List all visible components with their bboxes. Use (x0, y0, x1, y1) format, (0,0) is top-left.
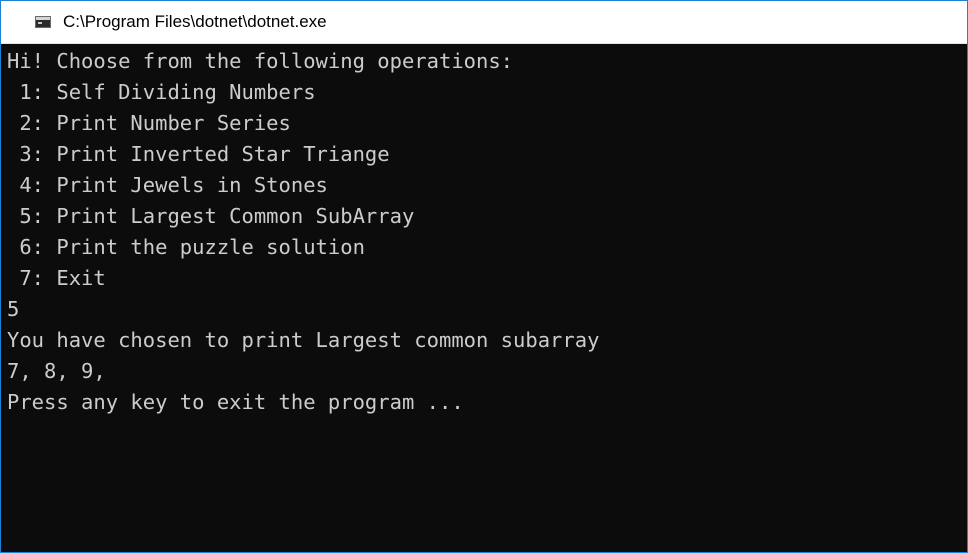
console-line: 5 (7, 297, 20, 321)
console-line: 5: Print Largest Common SubArray (7, 204, 415, 228)
console-line: 7: Exit (7, 266, 106, 290)
console-line: Hi! Choose from the following operations… (7, 49, 514, 73)
console-line: 2: Print Number Series (7, 111, 291, 135)
console-output[interactable]: Hi! Choose from the following operations… (1, 44, 967, 552)
console-app-icon (35, 16, 51, 28)
console-line: 3: Print Inverted Star Triange (7, 142, 390, 166)
console-line: 6: Print the puzzle solution (7, 235, 365, 259)
console-line: 7, 8, 9, (7, 359, 106, 383)
window-title: C:\Program Files\dotnet\dotnet.exe (63, 12, 327, 31)
console-line: You have chosen to print Largest common … (7, 328, 600, 352)
title-bar[interactable]: C:\Program Files\dotnet\dotnet.exe (1, 1, 967, 44)
console-line: 1: Self Dividing Numbers (7, 80, 316, 104)
console-line: Press any key to exit the program ... (7, 390, 464, 414)
console-line: 4: Print Jewels in Stones (7, 173, 328, 197)
console-window: C:\Program Files\dotnet\dotnet.exe Hi! C… (0, 0, 968, 553)
